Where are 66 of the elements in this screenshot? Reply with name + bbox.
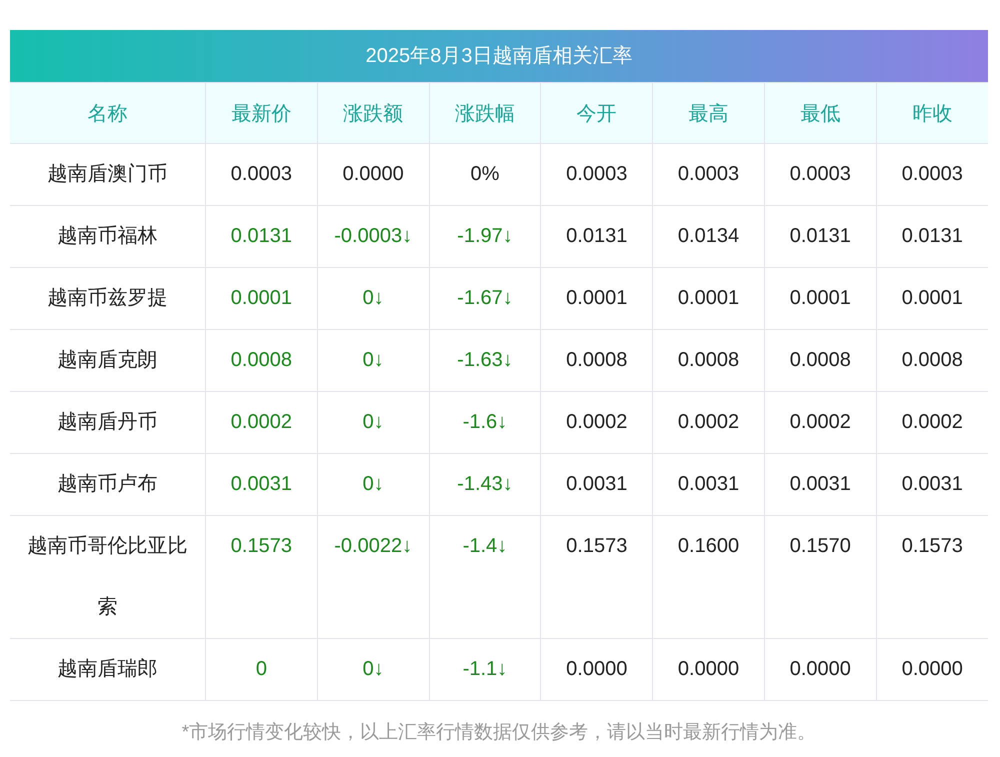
disclaimer-text: *市场行情变化较快，以上汇率行情数据仅供参考，请以当时最新行情为准。 (180, 721, 818, 745)
table-cell: 0↓ (317, 330, 430, 392)
table-cell: 0.0131 (540, 206, 653, 268)
table-cell: 0.0001 (540, 268, 653, 330)
table-cell: 0.0031 (540, 454, 653, 516)
table-cell: -0.0022↓ (317, 516, 430, 638)
table-cell: 0.0008 (652, 330, 764, 392)
currency-name-cell: 越南币卢布 (10, 454, 206, 516)
table-cell: 0.0131 (764, 206, 876, 268)
table-cell: -1.97↓ (429, 206, 541, 268)
table-cell: 0.0031 (206, 454, 318, 516)
table-cell: 0.1573 (206, 516, 318, 638)
table-cell: 0.0003 (764, 144, 876, 206)
table-cell: 0.0008 (540, 330, 653, 392)
table-cell: 0.1600 (652, 516, 764, 638)
table-cell: 0.0008 (206, 330, 318, 392)
table-cell: 0↓ (317, 268, 430, 330)
table-cell: 0.0003 (652, 144, 764, 206)
table-cell: 0.0000 (652, 638, 764, 700)
column-header: 涨跌幅 (429, 82, 541, 144)
table-cell: 0 (206, 638, 318, 700)
currency-name-cell: 越南币兹罗提 (10, 268, 206, 330)
table-cell: 0.0134 (652, 206, 764, 268)
table-cell: -1.1↓ (429, 638, 541, 700)
table-cell: 0.1570 (764, 516, 876, 638)
table-cell: 0.0003 (540, 144, 653, 206)
table-cell: 0.0001 (206, 268, 318, 330)
table-cell: -0.0003↓ (317, 206, 430, 268)
table-cell: 0↓ (317, 638, 430, 700)
column-header: 涨跌额 (317, 82, 430, 144)
table-cell: -1.67↓ (429, 268, 541, 330)
currency-name-cell: 越南币福林 (10, 206, 206, 268)
table-cell: 0.0001 (652, 268, 764, 330)
column-header: 昨收 (876, 82, 988, 144)
table-cell: 0.0008 (764, 330, 876, 392)
table-cell: -1.43↓ (429, 454, 541, 516)
table-cell: 0.0003 (206, 144, 318, 206)
table-cell: 0.0002 (540, 392, 653, 454)
table-cell: -1.4↓ (429, 516, 541, 638)
table-cell: -1.6↓ (429, 392, 541, 454)
table-cell: -1.63↓ (429, 330, 541, 392)
table-cell: 0↓ (317, 392, 430, 454)
table-cell: 0.0002 (206, 392, 318, 454)
currency-name-cell: 越南盾瑞郎 (10, 638, 206, 700)
column-header: 最低 (764, 82, 876, 144)
table-cell: 0.0131 (206, 206, 318, 268)
currency-name-cell: 越南币哥伦比亚比索 (10, 516, 206, 638)
column-header: 最新价 (206, 82, 318, 144)
column-header: 今开 (540, 82, 653, 144)
table-cell: 0.0000 (764, 638, 876, 700)
table-cell: 0.0001 (764, 268, 876, 330)
table-title: 2025年8月3日越南盾相关汇率 (10, 30, 988, 82)
currency-name-cell: 越南盾澳门币 (10, 144, 206, 206)
currency-name-cell: 越南盾丹币 (10, 392, 206, 454)
table-cell: 0.0031 (764, 454, 876, 516)
table-cell: 0% (429, 144, 541, 206)
table-cell: 0.0031 (652, 454, 764, 516)
currency-name-cell: 越南盾克朗 (10, 330, 206, 392)
table-cell: 0.0002 (652, 392, 764, 454)
table-cell: 0.0000 (317, 144, 430, 206)
table-cell: 0.0000 (540, 638, 653, 700)
column-header: 名称 (10, 82, 206, 144)
column-header: 最高 (652, 82, 764, 144)
table-cell: 0.1573 (540, 516, 653, 638)
table-cell: 0.0002 (764, 392, 876, 454)
table-cell: 0↓ (317, 454, 430, 516)
